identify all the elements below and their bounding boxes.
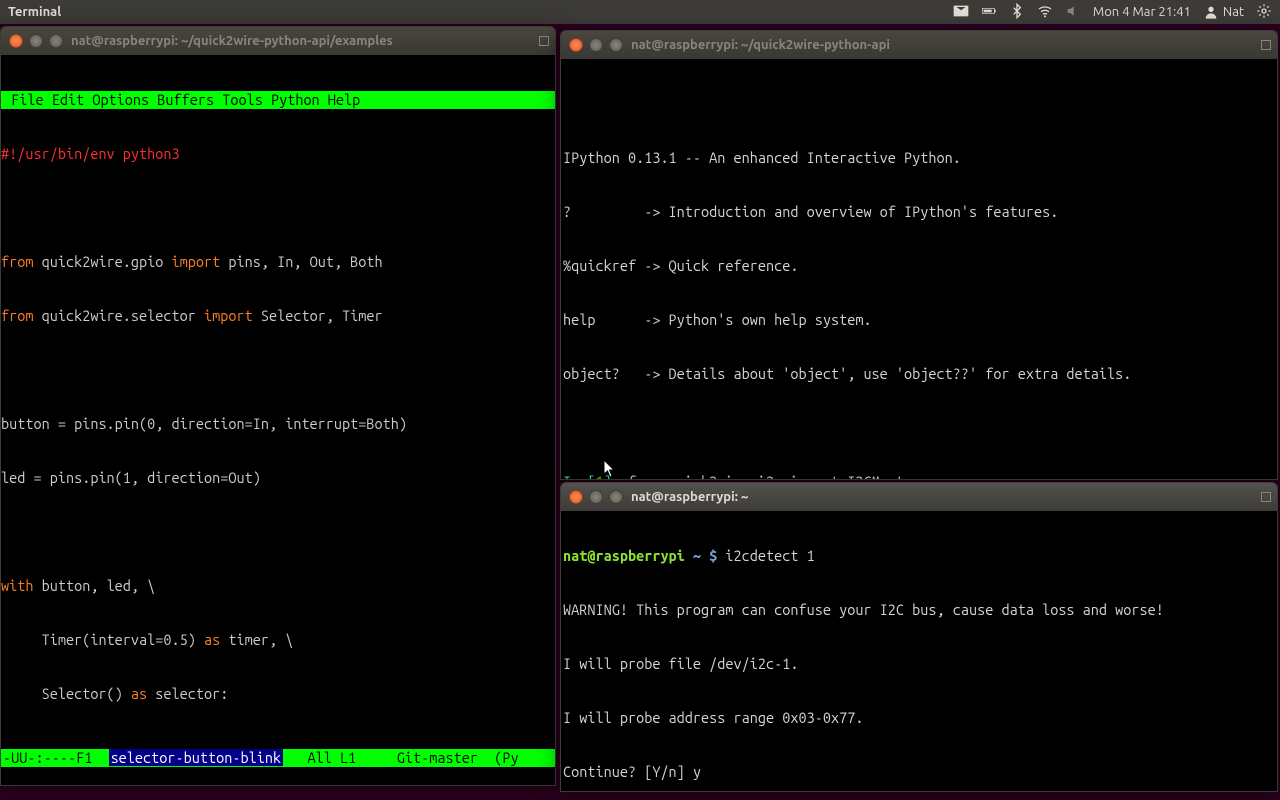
battery-icon[interactable] bbox=[981, 3, 997, 22]
username-label: Nat bbox=[1223, 5, 1244, 19]
close-button[interactable] bbox=[9, 34, 23, 48]
minimize-button[interactable] bbox=[589, 38, 603, 52]
expand-icon[interactable] bbox=[539, 36, 549, 46]
maximize-button[interactable] bbox=[609, 490, 623, 504]
volume-icon[interactable] bbox=[1065, 3, 1081, 22]
close-button[interactable] bbox=[569, 490, 583, 504]
wifi-icon[interactable] bbox=[1037, 3, 1053, 22]
window-title: nat@raspberrypi: ~/quick2wire-python-api… bbox=[71, 34, 393, 48]
minimize-button[interactable] bbox=[29, 34, 43, 48]
clock[interactable]: Mon 4 Mar 21:41 bbox=[1093, 5, 1191, 19]
emacs-modeline: -UU-:----F1 selector-button-blink All L1… bbox=[1, 749, 555, 767]
top-panel: Terminal Mon 4 Mar 21:41 Nat bbox=[0, 0, 1280, 24]
maximize-button[interactable] bbox=[49, 34, 63, 48]
maximize-button[interactable] bbox=[609, 38, 623, 52]
user-menu[interactable]: Nat bbox=[1203, 4, 1244, 20]
shell-buffer[interactable]: nat@raspberrypi ~ $ i2cdetect 1 WARNING!… bbox=[561, 511, 1277, 792]
shebang: #!/usr/bin/env python3 bbox=[1, 145, 180, 162]
window-title: nat@raspberrypi: ~/quick2wire-python-api bbox=[631, 38, 890, 52]
emacs-menu-bar[interactable]: File Edit Options Buffers Tools Python H… bbox=[1, 91, 555, 109]
system-tray: Mon 4 Mar 21:41 Nat bbox=[953, 3, 1272, 22]
emacs-buffer[interactable]: File Edit Options Buffers Tools Python H… bbox=[1, 55, 555, 785]
expand-icon[interactable] bbox=[1261, 492, 1271, 502]
titlebar[interactable]: nat@raspberrypi: ~ bbox=[561, 483, 1277, 511]
titlebar[interactable]: nat@raspberrypi: ~/quick2wire-python-api bbox=[561, 31, 1277, 59]
minimize-button[interactable] bbox=[589, 490, 603, 504]
mail-icon[interactable] bbox=[953, 3, 969, 22]
window-title: nat@raspberrypi: ~ bbox=[631, 490, 748, 504]
active-app-label: Terminal bbox=[8, 5, 61, 19]
close-button[interactable] bbox=[569, 38, 583, 52]
terminal-window-ipython[interactable]: nat@raspberrypi: ~/quick2wire-python-api… bbox=[560, 30, 1278, 480]
session-gear-icon[interactable] bbox=[1256, 3, 1272, 22]
ipython-buffer[interactable]: IPython 0.13.1 -- An enhanced Interactiv… bbox=[561, 59, 1277, 480]
terminal-window-shell[interactable]: nat@raspberrypi: ~ nat@raspberrypi ~ $ i… bbox=[560, 482, 1278, 792]
terminal-window-emacs[interactable]: nat@raspberrypi: ~/quick2wire-python-api… bbox=[0, 26, 556, 786]
expand-icon[interactable] bbox=[1261, 40, 1271, 50]
bluetooth-icon[interactable] bbox=[1009, 3, 1025, 22]
titlebar[interactable]: nat@raspberrypi: ~/quick2wire-python-api… bbox=[1, 27, 555, 55]
